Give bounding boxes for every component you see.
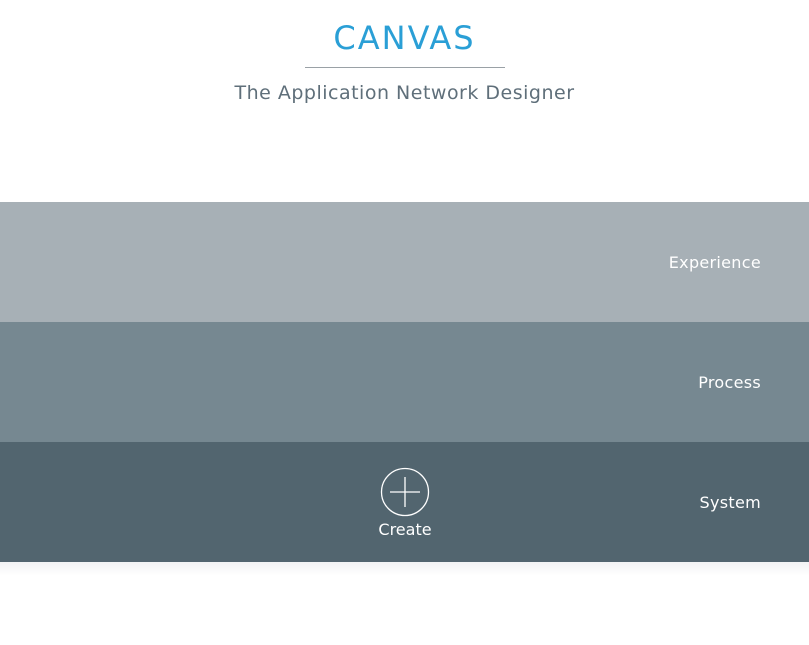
- create-button[interactable]: Create: [370, 467, 440, 543]
- experience-layer[interactable]: Experience: [0, 202, 809, 322]
- footer-shadow: [0, 562, 809, 576]
- app-title: CANVAS: [333, 19, 476, 57]
- app-subtitle: The Application Network Designer: [234, 82, 575, 104]
- header: CANVAS The Application Network Designer: [0, 0, 809, 200]
- system-layer-label: System: [699, 493, 761, 512]
- create-label: Create: [378, 520, 432, 539]
- process-layer-label: Process: [698, 373, 761, 392]
- plus-circle-icon: [380, 467, 430, 517]
- title-divider: [305, 67, 505, 68]
- canvas-page: CANVAS The Application Network Designer …: [0, 0, 809, 645]
- experience-layer-label: Experience: [668, 253, 761, 272]
- system-layer[interactable]: Create System: [0, 442, 809, 562]
- process-layer[interactable]: Process: [0, 322, 809, 442]
